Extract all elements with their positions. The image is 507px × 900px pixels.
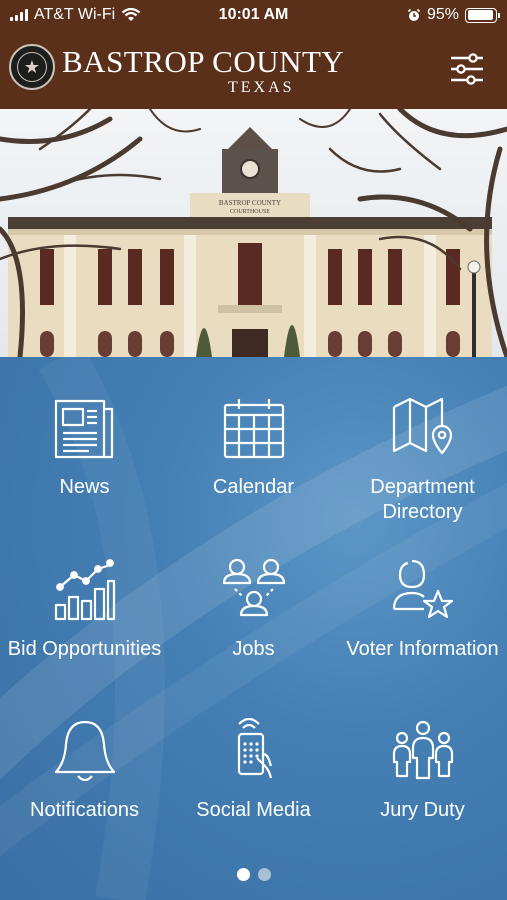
tile-voter-information[interactable]: Voter Information: [338, 557, 507, 662]
tile-label: Voter Information: [346, 638, 499, 660]
tile-label: Bid Opportunities: [7, 638, 162, 660]
person-star-icon: [392, 559, 453, 619]
alarm-icon: [407, 8, 421, 21]
tile-label: Calendar: [212, 476, 295, 498]
brand-name: BASTROP COUNTY: [62, 44, 345, 79]
app-header: ★ BASTROP COUNTY TEXAS: [0, 32, 507, 109]
map-pin-icon: [392, 397, 452, 455]
page-indicator: [0, 868, 507, 881]
status-right: 95%: [407, 6, 500, 24]
tile-label: Jury Duty: [380, 799, 465, 821]
sliders-menu-icon[interactable]: [449, 52, 485, 86]
tile-news[interactable]: News: [0, 395, 169, 500]
people-network-icon: [222, 558, 285, 617]
page-dot[interactable]: [257, 868, 271, 881]
hero-courthouse-image: BASTROP COUNTY COURTHOUSE: [0, 109, 507, 357]
bell-icon: [54, 720, 115, 782]
tile-social-media[interactable]: Social Media: [169, 718, 338, 823]
battery-icon: [465, 7, 500, 23]
newspaper-icon: [54, 399, 113, 459]
tile-jobs[interactable]: Jobs: [169, 557, 338, 662]
courthouse-sign-line2: COURTHOUSE: [230, 209, 270, 215]
bar-chart-icon: [54, 559, 115, 621]
page-dot-active[interactable]: [236, 868, 250, 881]
county-seal-icon: ★: [9, 44, 55, 90]
tile-label: News: [59, 476, 110, 498]
battery-percent: 95%: [426, 6, 459, 23]
tile-label: Social Media: [196, 799, 311, 821]
tile-label: Notifications: [30, 799, 139, 821]
calendar-icon: [223, 399, 284, 459]
tile-department-directory[interactable]: Department Directory: [338, 395, 507, 525]
tile-notifications[interactable]: Notifications: [0, 718, 169, 823]
brand-logo[interactable]: BASTROP COUNTY TEXAS: [62, 44, 345, 96]
courthouse-sign-line1: BASTROP COUNTY: [219, 199, 281, 207]
phone-hand-icon: [237, 718, 272, 779]
status-bar: AT&T Wi-Fi 10:01 AM 95%: [0, 0, 507, 32]
tile-bid-opportunities[interactable]: Bid Opportunities: [0, 557, 169, 662]
brand-subtitle: TEXAS: [228, 79, 295, 96]
battery-fill: [467, 10, 494, 20]
tile-jury-duty[interactable]: Jury Duty: [338, 718, 507, 823]
tile-calendar[interactable]: Calendar: [169, 395, 338, 500]
jury-people-icon: [392, 720, 453, 780]
tile-label: Jobs: [232, 638, 275, 660]
tile-label: Department Directory: [370, 476, 475, 523]
